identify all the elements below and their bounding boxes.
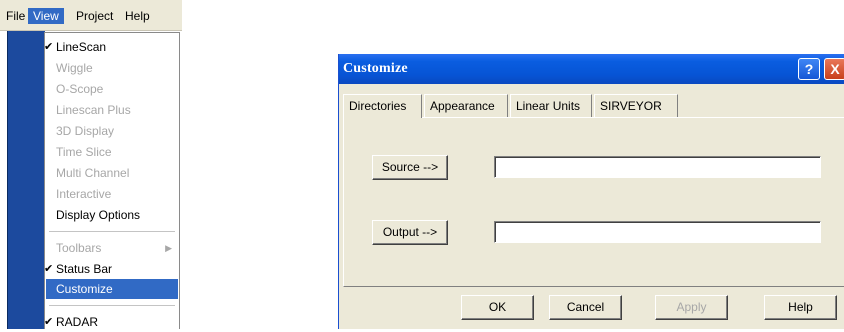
menu-separator	[49, 305, 175, 306]
help-icon[interactable]: ?	[798, 58, 820, 80]
menu-item-o-scope[interactable]: O-Scope	[46, 79, 178, 99]
menu-item-3d-display[interactable]: 3D Display	[46, 121, 178, 141]
output-button[interactable]: Output -->	[372, 220, 448, 245]
view-menu: ✔ LineScan Wiggle O-Scope Linescan Plus …	[44, 32, 180, 329]
menu-file[interactable]: File	[1, 8, 30, 24]
menu-item-radar[interactable]: ✔ RADAR	[44, 312, 178, 332]
tab-linear-units[interactable]: Linear Units	[510, 94, 592, 118]
output-path-input[interactable]	[494, 221, 821, 243]
customize-dialog: Customize ? X Directories Appearance Lin…	[338, 54, 844, 329]
submenu-arrow-icon: ▶	[165, 243, 172, 253]
apply-button[interactable]: Apply	[655, 295, 728, 320]
menu-item-interactive[interactable]: Interactive	[46, 184, 178, 204]
directories-panel: Source --> Output -->	[343, 117, 844, 287]
menu-item-toolbars[interactable]: Toolbars ▶	[46, 238, 178, 258]
menu-item-linescan[interactable]: ✔ LineScan	[44, 37, 178, 57]
menu-item-time-slice[interactable]: Time Slice	[46, 142, 178, 162]
dialog-title-bar[interactable]: Customize ? X	[339, 54, 844, 84]
menu-item-status-bar[interactable]: ✔ Status Bar	[44, 259, 178, 279]
source-path-input[interactable]	[494, 156, 821, 178]
menu-bar: File View Project Help	[0, 0, 182, 31]
menu-project[interactable]: Project	[71, 8, 118, 24]
tab-sirveyor[interactable]: SIRVEYOR	[594, 94, 678, 118]
close-icon[interactable]: X	[824, 58, 844, 80]
menu-item-linescan-plus[interactable]: Linescan Plus	[46, 100, 178, 120]
menu-view[interactable]: View	[28, 8, 64, 24]
source-button[interactable]: Source -->	[372, 155, 448, 180]
cancel-button[interactable]: Cancel	[549, 295, 622, 320]
ok-button[interactable]: OK	[461, 295, 534, 320]
menu-item-customize[interactable]: Customize	[46, 279, 178, 299]
menu-item-display-options[interactable]: Display Options	[46, 205, 178, 225]
app-window-background	[7, 31, 45, 329]
help-button[interactable]: Help	[764, 295, 837, 320]
checkmark-icon: ✔	[44, 316, 54, 328]
menu-help[interactable]: Help	[120, 8, 155, 24]
dialog-title: Customize	[343, 61, 408, 76]
menu-item-wiggle[interactable]: Wiggle	[46, 58, 178, 78]
tab-appearance[interactable]: Appearance	[424, 94, 508, 118]
menu-separator	[49, 231, 175, 232]
tab-directories[interactable]: Directories	[343, 94, 422, 118]
checkmark-icon: ✔	[44, 41, 54, 53]
checkmark-icon: ✔	[44, 263, 54, 275]
menu-item-multi-channel[interactable]: Multi Channel	[46, 163, 178, 183]
